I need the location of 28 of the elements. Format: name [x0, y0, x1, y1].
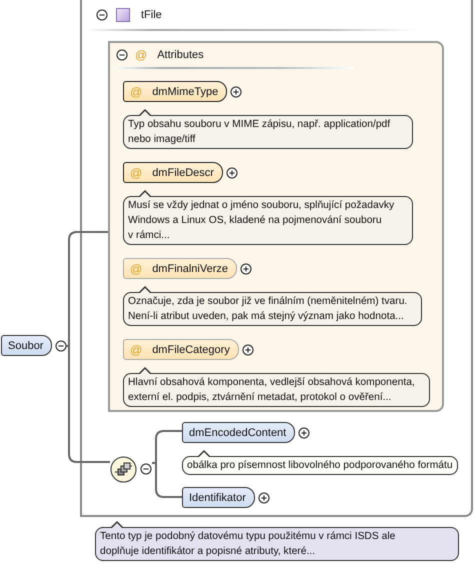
element-node[interactable]: Identifikator: [182, 487, 255, 508]
expand-toggle-icon[interactable]: [226, 166, 238, 178]
expand-toggle-icon[interactable]: [230, 86, 242, 98]
documentation-callout: obálka pro písemnost libovolného podporovaného formátu: [182, 449, 458, 475]
expand-toggle-icon[interactable]: [240, 262, 252, 274]
collapse-toggle-icon[interactable]: [140, 463, 152, 475]
expand-toggle-icon[interactable]: [298, 426, 310, 438]
complex-type-icon: [116, 8, 130, 22]
attribute-icon: @: [135, 48, 148, 62]
collapse-toggle-icon[interactable]: [96, 9, 108, 21]
element-node[interactable]: Soubor: [1, 335, 52, 356]
attribute-node[interactable]: @ dmFileDescr: [123, 162, 223, 183]
expand-toggle-icon[interactable]: [258, 492, 270, 504]
documentation-callout: Hlavní obsahová komponenta, vedlejší obsahová komponenta, externí el. podpis, ztvárnění metadat, protokol o ověření...: [123, 366, 430, 407]
attribute-node[interactable]: @ dmMimeType: [123, 81, 228, 102]
element-node[interactable]: dmEncodedContent: [182, 422, 296, 443]
type-name: tFile: [141, 9, 162, 21]
collapse-toggle-icon[interactable]: [116, 49, 128, 61]
documentation-callout: Musí se vždy jednat o jméno souboru, splňující požadavky Windows a Linux OS, kladené na pojmenování souboru v rámci...: [123, 189, 413, 245]
collapse-toggle-icon[interactable]: [55, 340, 68, 352]
documentation-callout: Tento typ je podobný datovému typu použitému v rámci ISDS ale doplňuje identifikátor a popisné atributy, které...: [95, 520, 459, 561]
attributes-label: Attributes: [157, 49, 204, 61]
attribute-node[interactable]: @ dmFinalniVerze: [123, 258, 238, 279]
documentation-callout: Označuje, zda je soubor již ve finálním (neměnitelném) tvaru. Není-li atribut uveden, pak má stejný význam jako hodnota...: [123, 285, 422, 326]
sequence-icon[interactable]: [110, 456, 137, 483]
documentation-callout: Typ obsahu souboru v MIME zápisu, např. application/pdf nebo image/tiff: [123, 108, 413, 149]
attribute-node[interactable]: @ dmFileCategory: [123, 339, 239, 360]
expand-toggle-icon[interactable]: [242, 344, 254, 356]
